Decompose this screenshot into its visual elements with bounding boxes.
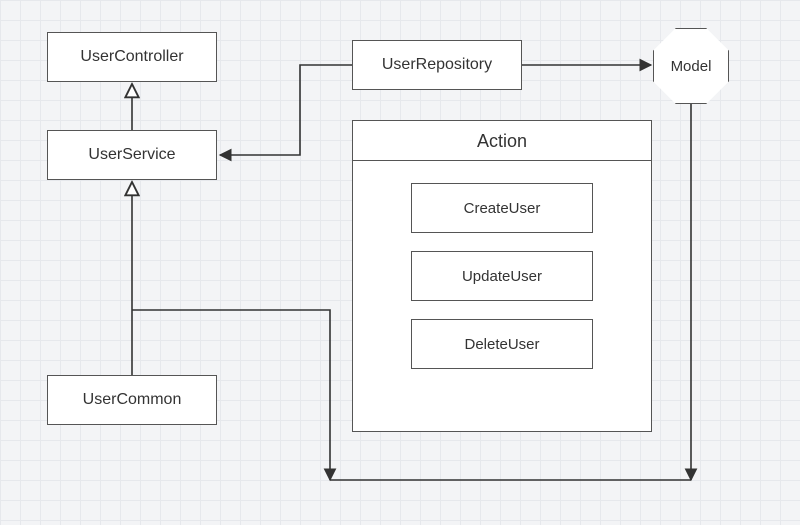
label-update-user: UpdateUser	[462, 268, 542, 285]
label-user-common: UserCommon	[83, 391, 182, 409]
label-action-title: Action	[353, 121, 651, 161]
label-create-user: CreateUser	[464, 200, 541, 217]
node-create-user: CreateUser	[411, 183, 593, 233]
label-user-controller: UserController	[80, 48, 183, 66]
label-delete-user: DeleteUser	[464, 336, 539, 353]
edge-repository-to-service	[220, 65, 352, 155]
node-update-user: UpdateUser	[411, 251, 593, 301]
label-model: Model	[671, 58, 712, 75]
node-user-service: UserService	[47, 130, 217, 180]
label-user-repository: UserRepository	[382, 56, 492, 74]
action-body: CreateUser UpdateUser DeleteUser	[353, 161, 651, 389]
node-model: Model	[653, 28, 729, 104]
node-action-container: Action CreateUser UpdateUser DeleteUser	[352, 120, 652, 432]
node-delete-user: DeleteUser	[411, 319, 593, 369]
node-user-controller: UserController	[47, 32, 217, 82]
node-user-repository: UserRepository	[352, 40, 522, 90]
label-user-service: UserService	[88, 146, 175, 164]
node-user-common: UserCommon	[47, 375, 217, 425]
